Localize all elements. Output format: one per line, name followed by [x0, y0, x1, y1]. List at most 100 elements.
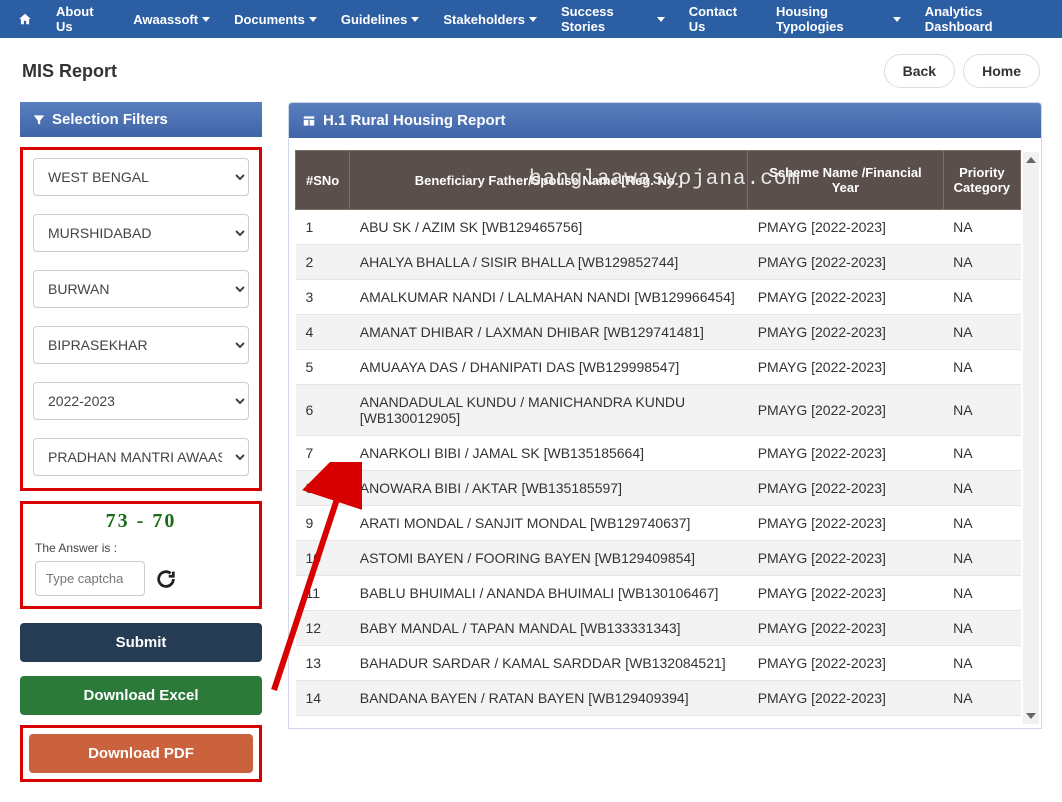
scroll-down-icon[interactable] [1023, 708, 1039, 724]
captcha-question: 73 - 70 [35, 510, 247, 533]
cell-sc: PMAYG [2022-2023] [748, 506, 943, 541]
report-title: H.1 Rural Housing Report [323, 112, 506, 129]
col-sn: #SNo [296, 151, 350, 210]
download-pdf-button[interactable]: Download PDF [29, 734, 253, 773]
nav-success[interactable]: Success Stories [549, 0, 677, 38]
district-select[interactable]: MURSHIDABAD [33, 214, 249, 252]
cell-ben: BAHADUR SARDAR / KAMAL SARDDAR [WB132084… [350, 646, 748, 681]
state-select[interactable]: WEST BENGAL [33, 158, 249, 196]
title-bar: MIS Report Back Home [0, 38, 1062, 98]
cell-pc: NA [943, 576, 1020, 611]
cell-pc: NA [943, 471, 1020, 506]
cell-pc: NA [943, 436, 1020, 471]
nav-label: Analytics Dashboard [925, 4, 1044, 34]
nav-home[interactable] [6, 0, 44, 38]
cell-sn: 10 [296, 541, 350, 576]
cell-sc: PMAYG [2022-2023] [748, 436, 943, 471]
nav-documents[interactable]: Documents [222, 0, 329, 38]
download-excel-button[interactable]: Download Excel [20, 676, 262, 715]
table-row: 5AMUAAYA DAS / DHANIPATI DAS [WB12999854… [296, 350, 1021, 385]
chevron-down-icon [893, 17, 901, 22]
cell-sc: PMAYG [2022-2023] [748, 541, 943, 576]
captcha-label: The Answer is : [35, 541, 247, 555]
submit-button[interactable]: Submit [20, 623, 262, 662]
table-row: 7ANARKOLI BIBI / JAMAL SK [WB135185664]P… [296, 436, 1021, 471]
nav-analytics[interactable]: Analytics Dashboard [913, 0, 1056, 38]
cell-sc: PMAYG [2022-2023] [748, 210, 943, 245]
filter-icon [32, 113, 46, 127]
captcha-input[interactable] [35, 561, 145, 596]
nav-guidelines[interactable]: Guidelines [329, 0, 431, 38]
home-button[interactable]: Home [963, 54, 1040, 88]
cell-sc: PMAYG [2022-2023] [748, 576, 943, 611]
cell-ben: ASTOMI BAYEN / FOORING BAYEN [WB12940985… [350, 541, 748, 576]
cell-pc: NA [943, 280, 1020, 315]
cell-ben: ANARKOLI BIBI / JAMAL SK [WB135185664] [350, 436, 748, 471]
nav-stakeholders[interactable]: Stakeholders [431, 0, 549, 38]
top-nav: About Us Awaassoft Documents Guidelines … [0, 0, 1062, 38]
cell-sc: PMAYG [2022-2023] [748, 315, 943, 350]
cell-ben: BANDANA BAYEN / RATAN BAYEN [WB129409394… [350, 681, 748, 716]
cell-sc: PMAYG [2022-2023] [748, 471, 943, 506]
scroll-up-icon[interactable] [1023, 152, 1039, 168]
cell-pc: NA [943, 245, 1020, 280]
table-wrap: banglaawasyojana.com #SNo Beneficiary Fa… [289, 138, 1041, 728]
cell-pc: NA [943, 506, 1020, 541]
captcha-box: 73 - 70 The Answer is : [20, 501, 262, 609]
home-icon [18, 12, 32, 26]
nav-contact[interactable]: Contact Us [677, 0, 764, 38]
cell-ben: ARATI MONDAL / SANJIT MONDAL [WB12974063… [350, 506, 748, 541]
page-title: MIS Report [22, 61, 117, 82]
cell-ben: AMALKUMAR NANDI / LALMAHAN NANDI [WB1299… [350, 280, 748, 315]
gp-select[interactable]: BIPRASEKHAR [33, 326, 249, 364]
table-row: 1ABU SK / AZIM SK [WB129465756]PMAYG [20… [296, 210, 1021, 245]
cell-sc: PMAYG [2022-2023] [748, 350, 943, 385]
cell-sn: 12 [296, 611, 350, 646]
year-select[interactable]: 2022-2023 [33, 382, 249, 420]
table-row: 2AHALYA BHALLA / SISIR BHALLA [WB1298527… [296, 245, 1021, 280]
table-row: 12BABY MANDAL / TAPAN MANDAL [WB13333134… [296, 611, 1021, 646]
table-row: 9ARATI MONDAL / SANJIT MONDAL [WB1297406… [296, 506, 1021, 541]
cell-pc: NA [943, 210, 1020, 245]
nav-label: Stakeholders [443, 12, 525, 27]
chevron-down-icon [657, 17, 665, 22]
cell-sc: PMAYG [2022-2023] [748, 280, 943, 315]
cell-ben: BABY MANDAL / TAPAN MANDAL [WB133331343] [350, 611, 748, 646]
back-button[interactable]: Back [884, 54, 955, 88]
nav-typologies[interactable]: Housing Typologies [764, 0, 913, 38]
cell-pc: NA [943, 611, 1020, 646]
filters-header: Selection Filters [20, 102, 262, 137]
cell-pc: NA [943, 350, 1020, 385]
nav-label: Guidelines [341, 12, 407, 27]
scheme-select[interactable]: PRADHAN MANTRI AWAAS [33, 438, 249, 476]
cell-ben: BABLU BHUIMALI / ANANDA BHUIMALI [WB1301… [350, 576, 748, 611]
nav-label: Housing Typologies [776, 4, 889, 34]
nav-label: Success Stories [561, 4, 653, 34]
chevron-down-icon [529, 17, 537, 22]
cell-pc: NA [943, 646, 1020, 681]
refresh-icon[interactable] [155, 568, 177, 590]
nav-label: Contact Us [689, 4, 752, 34]
nav-awaassoft[interactable]: Awaassoft [121, 0, 222, 38]
block-select[interactable]: BURWAN [33, 270, 249, 308]
table-icon [301, 114, 317, 128]
cell-pc: NA [943, 385, 1020, 436]
cell-sn: 8 [296, 471, 350, 506]
table-row: 3AMALKUMAR NANDI / LALMAHAN NANDI [WB129… [296, 280, 1021, 315]
cell-sn: 5 [296, 350, 350, 385]
cell-ben: AMANAT DHIBAR / LAXMAN DHIBAR [WB1297414… [350, 315, 748, 350]
cell-ben: AMUAAYA DAS / DHANIPATI DAS [WB129998547… [350, 350, 748, 385]
pdf-highlight: Download PDF [20, 725, 262, 782]
filters-box: WEST BENGAL MURSHIDABAD BURWAN BIPRASEKH… [20, 147, 262, 491]
cell-pc: NA [943, 681, 1020, 716]
cell-sn: 4 [296, 315, 350, 350]
table-row: 11BABLU BHUIMALI / ANANDA BHUIMALI [WB13… [296, 576, 1021, 611]
filters-title: Selection Filters [52, 111, 168, 128]
table-row: 13BAHADUR SARDAR / KAMAL SARDDAR [WB1320… [296, 646, 1021, 681]
nav-about[interactable]: About Us [44, 0, 121, 38]
nav-label: About Us [56, 4, 109, 34]
nav-label: Awaassoft [133, 12, 198, 27]
vertical-scrollbar[interactable] [1023, 152, 1039, 724]
cell-sc: PMAYG [2022-2023] [748, 646, 943, 681]
col-sc: Scheme Name /Financial Year [748, 151, 943, 210]
